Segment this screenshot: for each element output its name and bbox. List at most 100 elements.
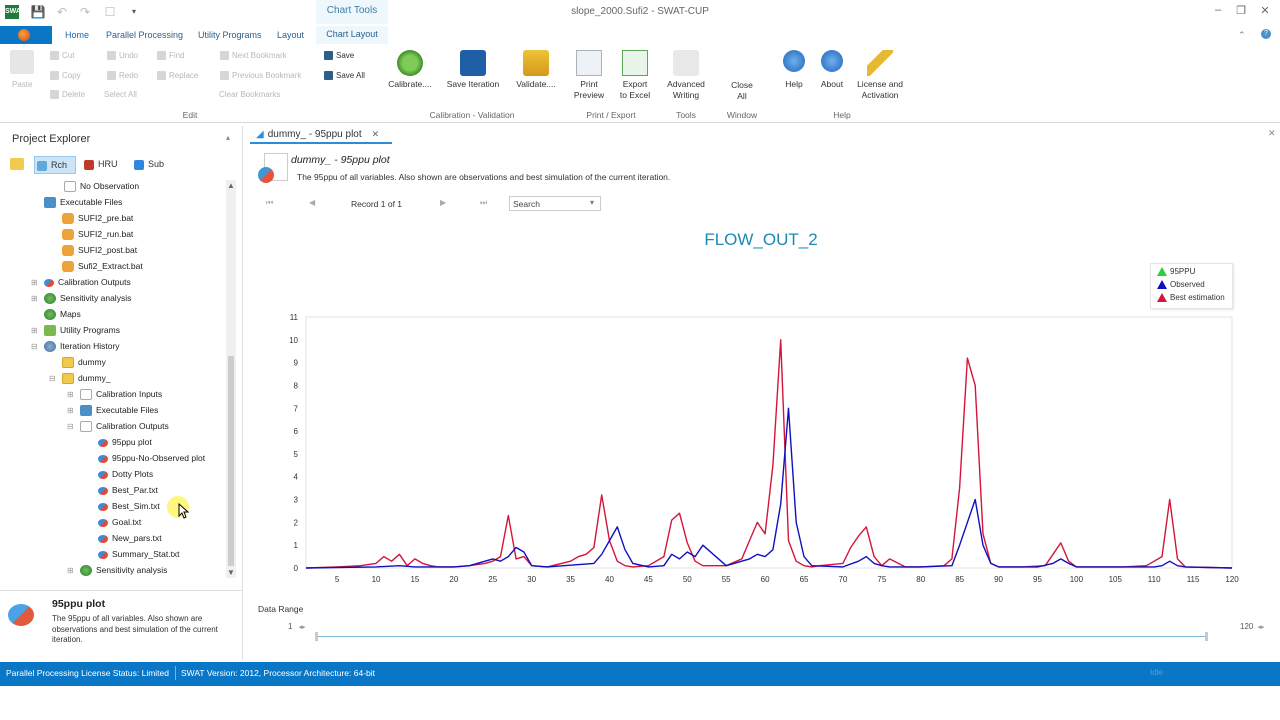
tree-item[interactable]: Best_Par.txt [98, 482, 158, 498]
range-slider-min-handle[interactable] [315, 632, 318, 641]
maximize-button[interactable]: ❐ [1231, 4, 1251, 17]
tree-item[interactable]: Sufi2_Extract.bat [62, 258, 143, 274]
validate-button[interactable]: Validate.... [508, 50, 564, 90]
expand-icon[interactable]: ⊞ [67, 390, 74, 399]
tree-item[interactable]: SUFI2_run.bat [62, 226, 133, 242]
range-min-input[interactable]: 1 ◂▸ [254, 620, 314, 633]
expand-icon[interactable]: ⊞ [31, 294, 38, 303]
tree-item[interactable]: Calibration Outputs [44, 274, 131, 290]
tab-layout[interactable]: Layout [277, 30, 304, 40]
save-button[interactable]: Save [324, 51, 354, 61]
tree-item[interactable]: Utility Programs [44, 322, 120, 338]
previous-bookmark-icon [220, 71, 229, 81]
open-folder-icon[interactable] [10, 158, 24, 170]
cut-button[interactable]: Cut [50, 51, 74, 61]
help-small-icon[interactable]: ? [1261, 29, 1271, 39]
tree-item[interactable]: Iteration History [44, 338, 120, 354]
close-tab-icon[interactable]: ✕ [372, 129, 380, 139]
tree-item[interactable]: dummy [62, 354, 106, 370]
collapse-icon[interactable]: ⊟ [31, 342, 38, 351]
y-tick-label: 10 [289, 336, 298, 345]
search-input[interactable]: Search [509, 196, 601, 211]
pin-icon[interactable]: ▴ [226, 133, 230, 142]
tree-item[interactable]: 95ppu plot [98, 434, 152, 450]
tree-item[interactable]: Dotty Plots [98, 466, 153, 482]
collapse-icon[interactable]: ⊟ [49, 374, 56, 383]
previous-bookmark-button[interactable]: Previous Bookmark [220, 71, 301, 81]
calibrate-button[interactable]: Calibrate.... [382, 50, 438, 90]
export-to-excel-button[interactable]: Export to Excel [607, 50, 663, 101]
document-tab[interactable]: ◢ dummy_ - 95ppu plot ✕ [250, 126, 392, 144]
close-document-icon[interactable]: ✕ [1268, 128, 1276, 139]
tab-rch[interactable]: Rch [34, 156, 76, 174]
expand-icon[interactable]: ⊞ [67, 566, 74, 575]
triangle-icon [1157, 293, 1167, 303]
tree-item[interactable]: Goal.txt [98, 514, 141, 530]
tree-item[interactable]: SUFI2_post.bat [62, 242, 137, 258]
tree-item[interactable]: Calibration Outputs [80, 418, 169, 434]
tab-parallel-processing[interactable]: Parallel Processing [106, 30, 183, 40]
collapse-icon[interactable]: ⊟ [67, 422, 74, 431]
license-activation-button[interactable]: License and Activation [852, 50, 908, 101]
copy-button[interactable]: Copy [50, 71, 81, 81]
tree-scroll-thumb[interactable] [228, 356, 234, 566]
first-record-icon[interactable]: ⏮ [266, 198, 273, 208]
tree-item[interactable]: Sensitivity analysis [44, 290, 131, 306]
tree-item[interactable]: Executable Files [44, 194, 122, 210]
tree-item[interactable]: Executable Files [80, 402, 158, 418]
application-menu-button[interactable] [0, 26, 52, 44]
tree-item[interactable]: dummy_ [62, 370, 111, 386]
paste-icon[interactable] [10, 50, 34, 74]
tree-item[interactable]: Best_Sim.txt [98, 498, 160, 514]
expand-icon[interactable]: ⊞ [31, 278, 38, 287]
excel-icon [622, 50, 648, 76]
tree-item[interactable]: SUFI2_pre.bat [62, 210, 133, 226]
expand-icon[interactable]: ⊞ [67, 406, 74, 415]
save-all-button[interactable]: Save All [324, 71, 365, 81]
minimize-button[interactable]: – [1208, 4, 1228, 16]
replace-button[interactable]: Replace [157, 71, 198, 81]
scroll-down-icon[interactable]: ▼ [227, 568, 235, 577]
select-all-button[interactable]: Select All [104, 90, 137, 99]
spin-icon[interactable]: ◂▸ [298, 624, 305, 631]
tab-home[interactable]: Home [65, 30, 89, 40]
collapse-ribbon-icon[interactable]: ⌃ [1238, 30, 1246, 41]
last-record-icon[interactable]: ⏭ [480, 198, 487, 208]
tab-chart-layout[interactable]: Chart Layout [316, 26, 388, 44]
tab-sub[interactable]: Sub [134, 156, 164, 172]
gear-icon [397, 50, 423, 76]
y-tick-label: 2 [294, 518, 299, 527]
tree-item[interactable]: No Observation [64, 178, 139, 194]
clear-bookmarks-button[interactable]: Clear Bookmarks [219, 90, 280, 99]
advanced-writing-button[interactable]: Advanced Writing [658, 50, 714, 101]
folder-icon [62, 373, 74, 385]
tab-utility-programs[interactable]: Utility Programs [198, 30, 262, 40]
next-record-icon[interactable]: ▶ [440, 198, 446, 207]
tree-item[interactable]: Summary_Stat.txt [98, 546, 180, 562]
close-window-button[interactable]: ✕ [1255, 4, 1275, 17]
delete-button[interactable]: Delete [50, 90, 85, 100]
tree-item[interactable]: Calibration Inputs [80, 386, 162, 402]
paste-button[interactable]: Paste [12, 80, 32, 89]
undo-button[interactable]: Undo [107, 51, 138, 61]
tree-item[interactable]: 95ppu-No-Observed plot [98, 450, 205, 466]
find-button[interactable]: Find [157, 51, 185, 61]
tree-item[interactable]: New_pars.txt [98, 530, 162, 546]
tree-item[interactable]: Maps [44, 306, 81, 322]
scroll-up-icon[interactable]: ▲ [227, 181, 235, 190]
chevron-down-icon[interactable]: ▾ [590, 198, 594, 207]
expand-icon[interactable]: ⊞ [31, 326, 38, 335]
close-all-button[interactable]: Close All [714, 80, 770, 102]
spin-icon[interactable]: ◂▸ [1257, 624, 1264, 631]
range-slider-track[interactable] [318, 636, 1208, 637]
redo-button[interactable]: Redo [107, 71, 138, 81]
copy-label: Copy [62, 71, 81, 80]
tab-hru[interactable]: HRU [84, 156, 118, 172]
next-bookmark-button[interactable]: Next Bookmark [220, 51, 287, 61]
save-iteration-button[interactable]: Save Iteration [445, 50, 501, 90]
tree-item[interactable]: Sensitivity analysis [80, 562, 167, 578]
chart-legend: 95PPU Observed Best estimation [1150, 263, 1233, 309]
range-max-input[interactable]: 120 ◂▸ [1208, 620, 1272, 633]
range-slider-max-handle[interactable] [1205, 632, 1208, 641]
previous-record-icon[interactable]: ◀ [309, 198, 315, 207]
